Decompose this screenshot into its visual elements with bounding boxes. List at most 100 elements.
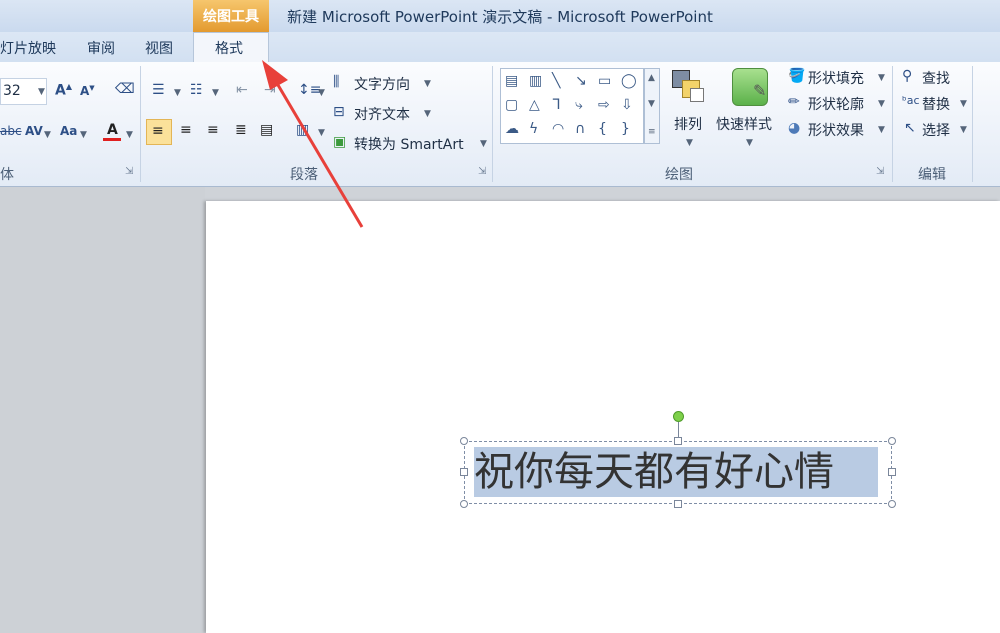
convert-smartart-button[interactable]: 转换为 SmartArt <box>354 134 464 154</box>
font-dialog-launcher-icon[interactable]: ⇲ <box>125 166 133 177</box>
rotation-handle[interactable] <box>673 411 684 422</box>
shape-effects-button[interactable]: 形状效果 <box>808 120 864 140</box>
quick-styles-button[interactable]: 快速样式 <box>716 114 772 134</box>
decrease-indent-icon[interactable]: ⇤ <box>236 82 248 98</box>
quick-styles-icon[interactable]: ✎ <box>732 68 768 106</box>
align-text-button[interactable]: 对齐文本 <box>354 104 410 124</box>
group-separator <box>972 66 973 182</box>
find-button[interactable]: 查找 <box>922 68 950 88</box>
chevron-down-icon[interactable]: ▼ <box>878 125 885 135</box>
align-center-icon[interactable]: ≡ <box>180 122 192 138</box>
arrow-line-shape-icon[interactable]: ↘ <box>575 73 587 89</box>
chevron-down-icon[interactable]: ▼ <box>126 130 133 140</box>
align-left-button[interactable]: ≡ <box>146 119 172 145</box>
chevron-down-icon[interactable]: ▼ <box>424 79 431 89</box>
shape-effects-icon: ◕ <box>788 120 801 136</box>
replace-icon: ᵇac <box>902 94 920 107</box>
drawing-dialog-launcher-icon[interactable]: ⇲ <box>876 166 884 177</box>
rectangle-shape-icon[interactable]: ▭ <box>598 73 611 89</box>
chevron-down-icon[interactable]: ▼ <box>480 139 487 149</box>
scroll-up-icon[interactable]: ▲ <box>648 73 655 83</box>
elbow-connector-shape-icon[interactable]: ᒣ <box>552 97 561 113</box>
slide-pane-background <box>0 187 205 633</box>
oval-shape-icon[interactable]: ◯ <box>621 73 637 89</box>
tab-slideshow[interactable]: 灯片放映 <box>0 38 56 58</box>
triangle-shape-icon[interactable]: △ <box>529 97 540 113</box>
align-right-icon[interactable]: ≡ <box>207 122 219 138</box>
increase-indent-icon[interactable]: ⇥ <box>264 82 276 98</box>
chevron-down-icon[interactable]: ▼ <box>878 99 885 109</box>
clear-format-icon[interactable]: ⌫ <box>115 81 135 97</box>
rounded-rect-shape-icon[interactable]: ▢ <box>505 97 518 113</box>
slide-textbox[interactable] <box>464 441 892 504</box>
strikethrough-icon[interactable]: abc <box>0 124 22 138</box>
chevron-down-icon[interactable]: ▼ <box>424 109 431 119</box>
left-brace-shape-icon[interactable]: { <box>598 121 607 137</box>
gallery-scrollbar[interactable]: ▲ ▼ ≡ <box>644 68 660 144</box>
grow-font-icon[interactable]: A▲ <box>55 82 72 99</box>
textbox-shape-icon[interactable]: ▤ <box>505 73 518 89</box>
font-size-box[interactable]: 32 ▼ <box>0 78 47 105</box>
resize-handle-right[interactable] <box>888 468 896 476</box>
resize-handle-left[interactable] <box>460 468 468 476</box>
chevron-down-icon[interactable]: ▼ <box>80 130 87 140</box>
chevron-down-icon[interactable]: ▼ <box>960 99 967 109</box>
chevron-down-icon: ▼ <box>38 87 45 97</box>
font-size-value: 32 <box>3 83 21 99</box>
lightning-shape-icon[interactable]: ϟ <box>529 121 538 137</box>
right-brace-shape-icon[interactable]: } <box>621 121 630 137</box>
editing-group-label: 编辑 <box>918 167 946 183</box>
shapes-gallery[interactable]: ▤ ▥ ╲ ↘ ▭ ◯ ▢ △ ᒣ ⤷ ⇨ ⇩ ☁ ϟ ◠ ∩ { } <box>500 68 644 144</box>
resize-handle-top-left[interactable] <box>460 437 468 445</box>
chevron-down-icon[interactable]: ▼ <box>174 88 181 98</box>
tab-view[interactable]: 视图 <box>145 38 173 58</box>
arrange-icon[interactable] <box>670 68 706 106</box>
chevron-down-icon[interactable]: ▼ <box>960 125 967 135</box>
line-shape-icon[interactable]: ╲ <box>552 73 560 89</box>
gallery-more-icon[interactable]: ≡ <box>648 127 656 137</box>
change-case-icon[interactable]: Aa <box>60 124 77 138</box>
shape-fill-button[interactable]: 形状填充 <box>808 68 864 88</box>
font-group-label: 体 <box>0 167 14 183</box>
cloud-shape-icon[interactable]: ☁ <box>505 121 519 137</box>
resize-handle-top[interactable] <box>674 437 682 445</box>
justify-icon[interactable]: ≣ <box>235 122 247 138</box>
right-arrow-shape-icon[interactable]: ⇨ <box>598 97 610 113</box>
select-button[interactable]: 选择 <box>922 120 950 140</box>
font-color-button[interactable]: A <box>103 120 121 142</box>
down-arrow-shape-icon[interactable]: ⇩ <box>621 97 633 113</box>
slide-canvas[interactable] <box>206 201 1000 633</box>
vertical-textbox-shape-icon[interactable]: ▥ <box>529 73 542 89</box>
numbering-icon[interactable]: ☷ <box>190 82 203 98</box>
resize-handle-bottom-right[interactable] <box>888 500 896 508</box>
char-spacing-icon[interactable]: AV <box>25 124 43 138</box>
curve-shape-icon[interactable]: ∩ <box>575 121 585 137</box>
text-direction-button[interactable]: 文字方向 <box>354 74 410 94</box>
chevron-down-icon[interactable]: ▼ <box>746 138 753 148</box>
resize-handle-bottom[interactable] <box>674 500 682 508</box>
columns-icon[interactable]: ▥ <box>296 122 309 138</box>
shape-outline-button[interactable]: 形状轮廓 <box>808 94 864 114</box>
scroll-down-icon[interactable]: ▼ <box>648 99 655 109</box>
resize-handle-bottom-left[interactable] <box>460 500 468 508</box>
tab-review[interactable]: 审阅 <box>87 38 115 58</box>
arc-shape-icon[interactable]: ◠ <box>552 121 564 137</box>
resize-handle-top-right[interactable] <box>888 437 896 445</box>
shrink-font-icon[interactable]: A▼ <box>80 84 95 98</box>
replace-button[interactable]: 替换 <box>922 94 950 114</box>
bullets-icon[interactable]: ☰ <box>152 82 165 98</box>
chevron-down-icon[interactable]: ▼ <box>212 88 219 98</box>
chevron-down-icon[interactable]: ▼ <box>44 130 51 140</box>
chevron-down-icon[interactable]: ▼ <box>318 128 325 138</box>
arrange-button[interactable]: 排列 <box>674 114 702 134</box>
paragraph-dialog-launcher-icon[interactable]: ⇲ <box>478 166 486 177</box>
chevron-down-icon[interactable]: ▼ <box>686 138 693 148</box>
group-separator <box>892 66 893 182</box>
paint-bucket-icon: 🪣 <box>788 68 806 84</box>
chevron-down-icon[interactable]: ▼ <box>878 73 885 83</box>
elbow-arrow-shape-icon[interactable]: ⤷ <box>575 97 583 113</box>
group-separator <box>140 66 141 182</box>
distributed-icon[interactable]: ▤ <box>260 122 273 138</box>
tab-format[interactable]: 格式 <box>215 38 243 58</box>
chevron-down-icon[interactable]: ▼ <box>318 88 325 98</box>
